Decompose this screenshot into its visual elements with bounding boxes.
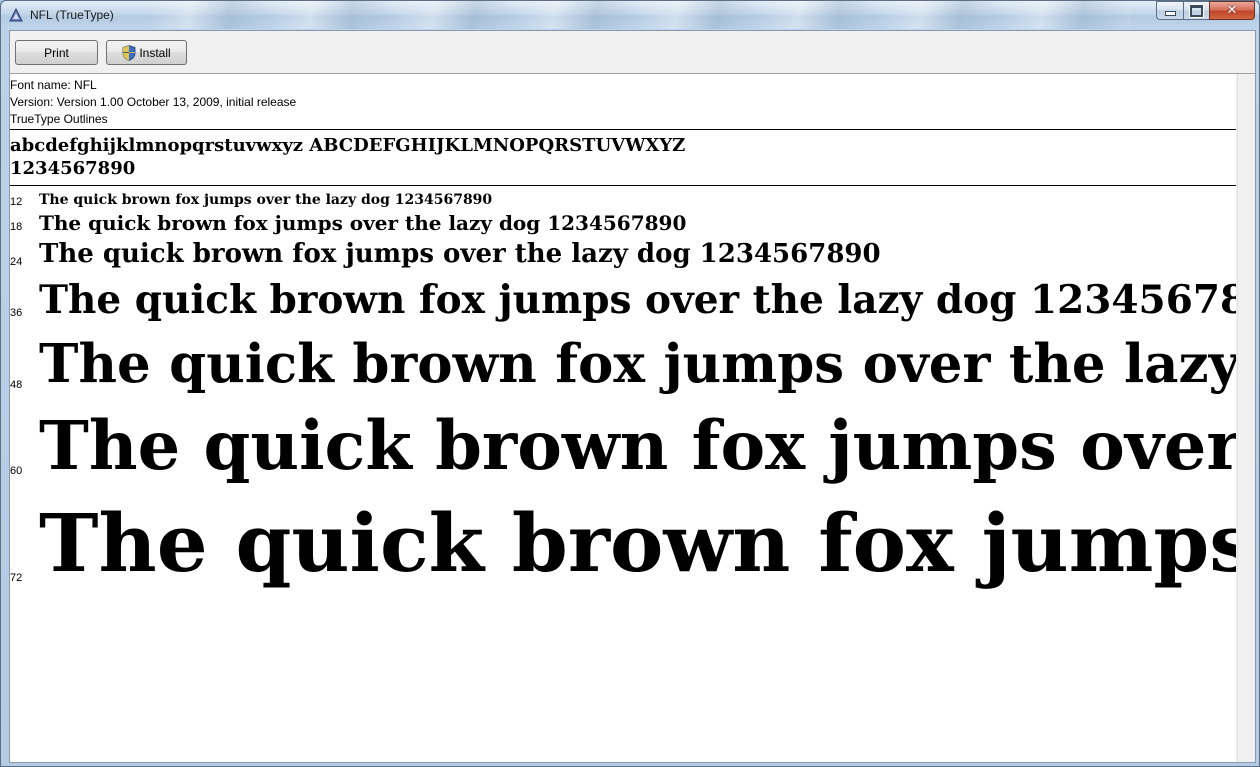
sample-row-72: 72 The quick brown fox jumps over the la… xyxy=(10,496,1236,614)
close-icon: ✕ xyxy=(1226,3,1238,18)
minimize-button[interactable] xyxy=(1156,1,1183,20)
sample-row-48: 48 The quick brown fox jumps over the la… xyxy=(10,333,1236,409)
charset-letters: abcdefghijklmnopqrstuvwxyz ABCDEFGHIJKLM… xyxy=(10,135,686,156)
sample-text: The quick brown fox jumps over the lazy … xyxy=(39,239,881,269)
title-bar-background xyxy=(151,1,1131,29)
uac-shield-icon xyxy=(122,44,136,61)
sample-text: The quick brown fox jumps over the lazy … xyxy=(39,406,1236,485)
client-area: Print Install Font name: NFL Version: Ve… xyxy=(9,30,1256,763)
font-version-line: Version: Version 1.00 October 13, 2009, … xyxy=(10,95,297,109)
install-button-label: Install xyxy=(139,45,171,60)
font-type-line: TrueType Outlines xyxy=(10,112,108,126)
maximize-button[interactable] xyxy=(1183,1,1209,20)
window-controls: ✕ xyxy=(1156,1,1255,21)
toolbar: Print Install xyxy=(10,31,1255,74)
close-button[interactable]: ✕ xyxy=(1209,1,1255,20)
sample-text: The quick brown fox jumps over the lazy … xyxy=(39,277,1236,323)
sample-row-60: 60 The quick brown fox jumps over the la… xyxy=(10,406,1236,502)
sample-row-12: 12 The quick brown fox jumps over the la… xyxy=(10,192,1236,210)
title-bar[interactable]: NFL (TrueType) ✕ xyxy=(1,1,1259,29)
sample-text: The quick brown fox jumps over the lazy … xyxy=(39,211,687,235)
sample-text: The quick brown fox jumps over the lazy … xyxy=(39,496,1236,590)
sample-text: The quick brown fox jumps over the lazy … xyxy=(39,192,493,208)
window-title: NFL (TrueType) xyxy=(30,8,114,22)
sample-size-label: 24 xyxy=(10,256,23,268)
vertical-scrollbar[interactable] xyxy=(1237,74,1255,762)
font-preview-pane: Font name: NFL Version: Version 1.00 Oct… xyxy=(10,74,1236,762)
sample-row-24: 24 The quick brown fox jumps over the la… xyxy=(10,239,1236,275)
font-name-line: Font name: NFL xyxy=(10,78,97,92)
sample-text: The quick brown fox jumps over the lazy … xyxy=(39,333,1236,395)
font-viewer-icon xyxy=(9,8,23,22)
font-viewer-window: NFL (TrueType) ✕ Print Install Font name… xyxy=(0,0,1260,767)
sample-row-18: 18 The quick brown fox jumps over the la… xyxy=(10,211,1236,237)
minimize-icon xyxy=(1164,11,1176,16)
print-button-label: Print xyxy=(44,45,69,60)
sample-size-label: 72 xyxy=(10,572,23,584)
sample-size-label: 36 xyxy=(10,307,23,319)
font-info-section: Font name: NFL Version: Version 1.00 Oct… xyxy=(10,74,1236,130)
character-set-section: abcdefghijklmnopqrstuvwxyz ABCDEFGHIJKLM… xyxy=(10,130,1236,186)
sample-size-label: 18 xyxy=(10,221,23,233)
print-button[interactable]: Print xyxy=(15,40,98,65)
install-button[interactable]: Install xyxy=(106,40,187,65)
sample-size-label: 12 xyxy=(10,196,23,208)
charset-digits: 1234567890 xyxy=(10,158,136,179)
maximize-icon xyxy=(1190,4,1203,17)
sample-size-label: 60 xyxy=(10,465,23,477)
sample-row-36: 36 The quick brown fox jumps over the la… xyxy=(10,277,1236,331)
sample-size-label: 48 xyxy=(10,379,23,391)
